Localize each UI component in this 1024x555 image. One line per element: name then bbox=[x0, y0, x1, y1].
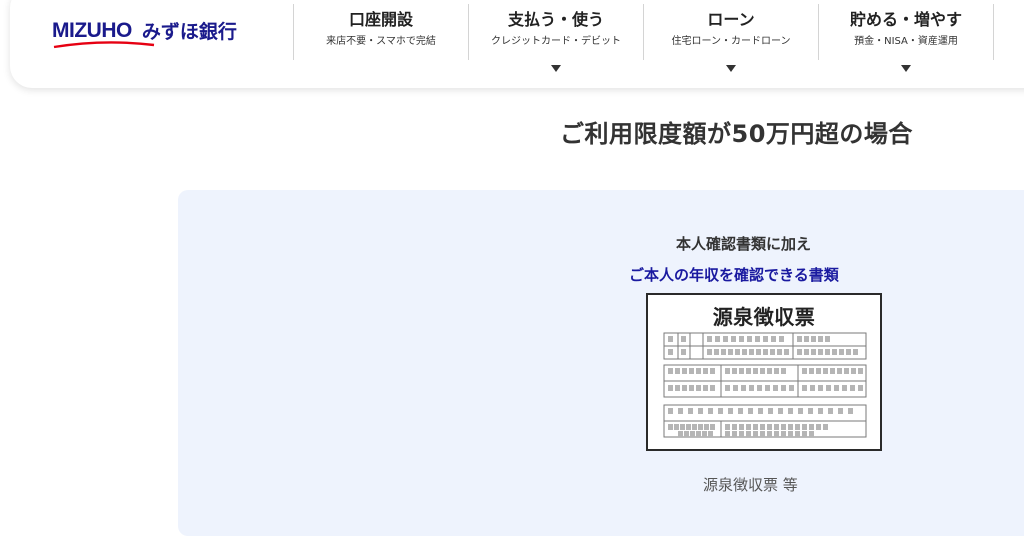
chevron-down-icon[interactable] bbox=[726, 65, 736, 72]
nav-item-account-opening[interactable]: 口座開設 来店不要・スマホで完結 bbox=[293, 4, 468, 60]
logo-wordmark: MIZUHO bbox=[52, 19, 132, 42]
mizuho-logo[interactable]: MIZUHO みずほ銀行 bbox=[52, 19, 237, 53]
nav-title: ローン bbox=[707, 10, 755, 29]
nav-item-loan[interactable]: ローン 住宅ローン・カードローン bbox=[643, 4, 818, 72]
page-title: ご利用限度額が50万円超の場合 bbox=[560, 120, 913, 148]
chevron-down-icon[interactable] bbox=[901, 65, 911, 72]
withholding-slip-illustration: 源泉徴収票 bbox=[646, 293, 882, 451]
global-nav: 口座開設 来店不要・スマホで完結 支払う・使う クレジットカード・デビット ロー… bbox=[293, 4, 994, 72]
chevron-down-icon[interactable] bbox=[551, 65, 561, 72]
info-panel bbox=[178, 190, 1024, 536]
nav-item-save-grow[interactable]: 貯める・増やす 預金・NISA・資産運用 bbox=[818, 4, 994, 72]
nav-subtitle: クレジットカード・デビット bbox=[491, 36, 621, 47]
nav-title: 支払う・使う bbox=[507, 10, 604, 29]
panel-highlight-text: ご本人の年収を確認できる書類 bbox=[629, 266, 839, 284]
nav-subtitle: 来店不要・スマホで完結 bbox=[326, 36, 436, 47]
nav-item-pay-use[interactable]: 支払う・使う クレジットカード・デビット bbox=[468, 4, 643, 72]
nav-title: 貯める・増やす bbox=[849, 10, 962, 29]
illustration-caption: 源泉徴収票 等 bbox=[703, 476, 798, 494]
nav-subtitle: 住宅ローン・カードローン bbox=[671, 36, 791, 47]
nav-subtitle: 預金・NISA・資産運用 bbox=[854, 36, 958, 47]
slip-title: 源泉徴収票 bbox=[712, 305, 816, 329]
logo-bank-name: みずほ銀行 bbox=[141, 21, 237, 43]
site-header: MIZUHO みずほ銀行 口座開設 来店不要・スマホで完結 支払う・使う クレジ… bbox=[10, 0, 1024, 88]
logo-swoosh-icon bbox=[53, 41, 155, 49]
nav-title: 口座開設 bbox=[348, 10, 413, 29]
panel-intro-text: 本人確認書類に加え bbox=[676, 235, 812, 253]
